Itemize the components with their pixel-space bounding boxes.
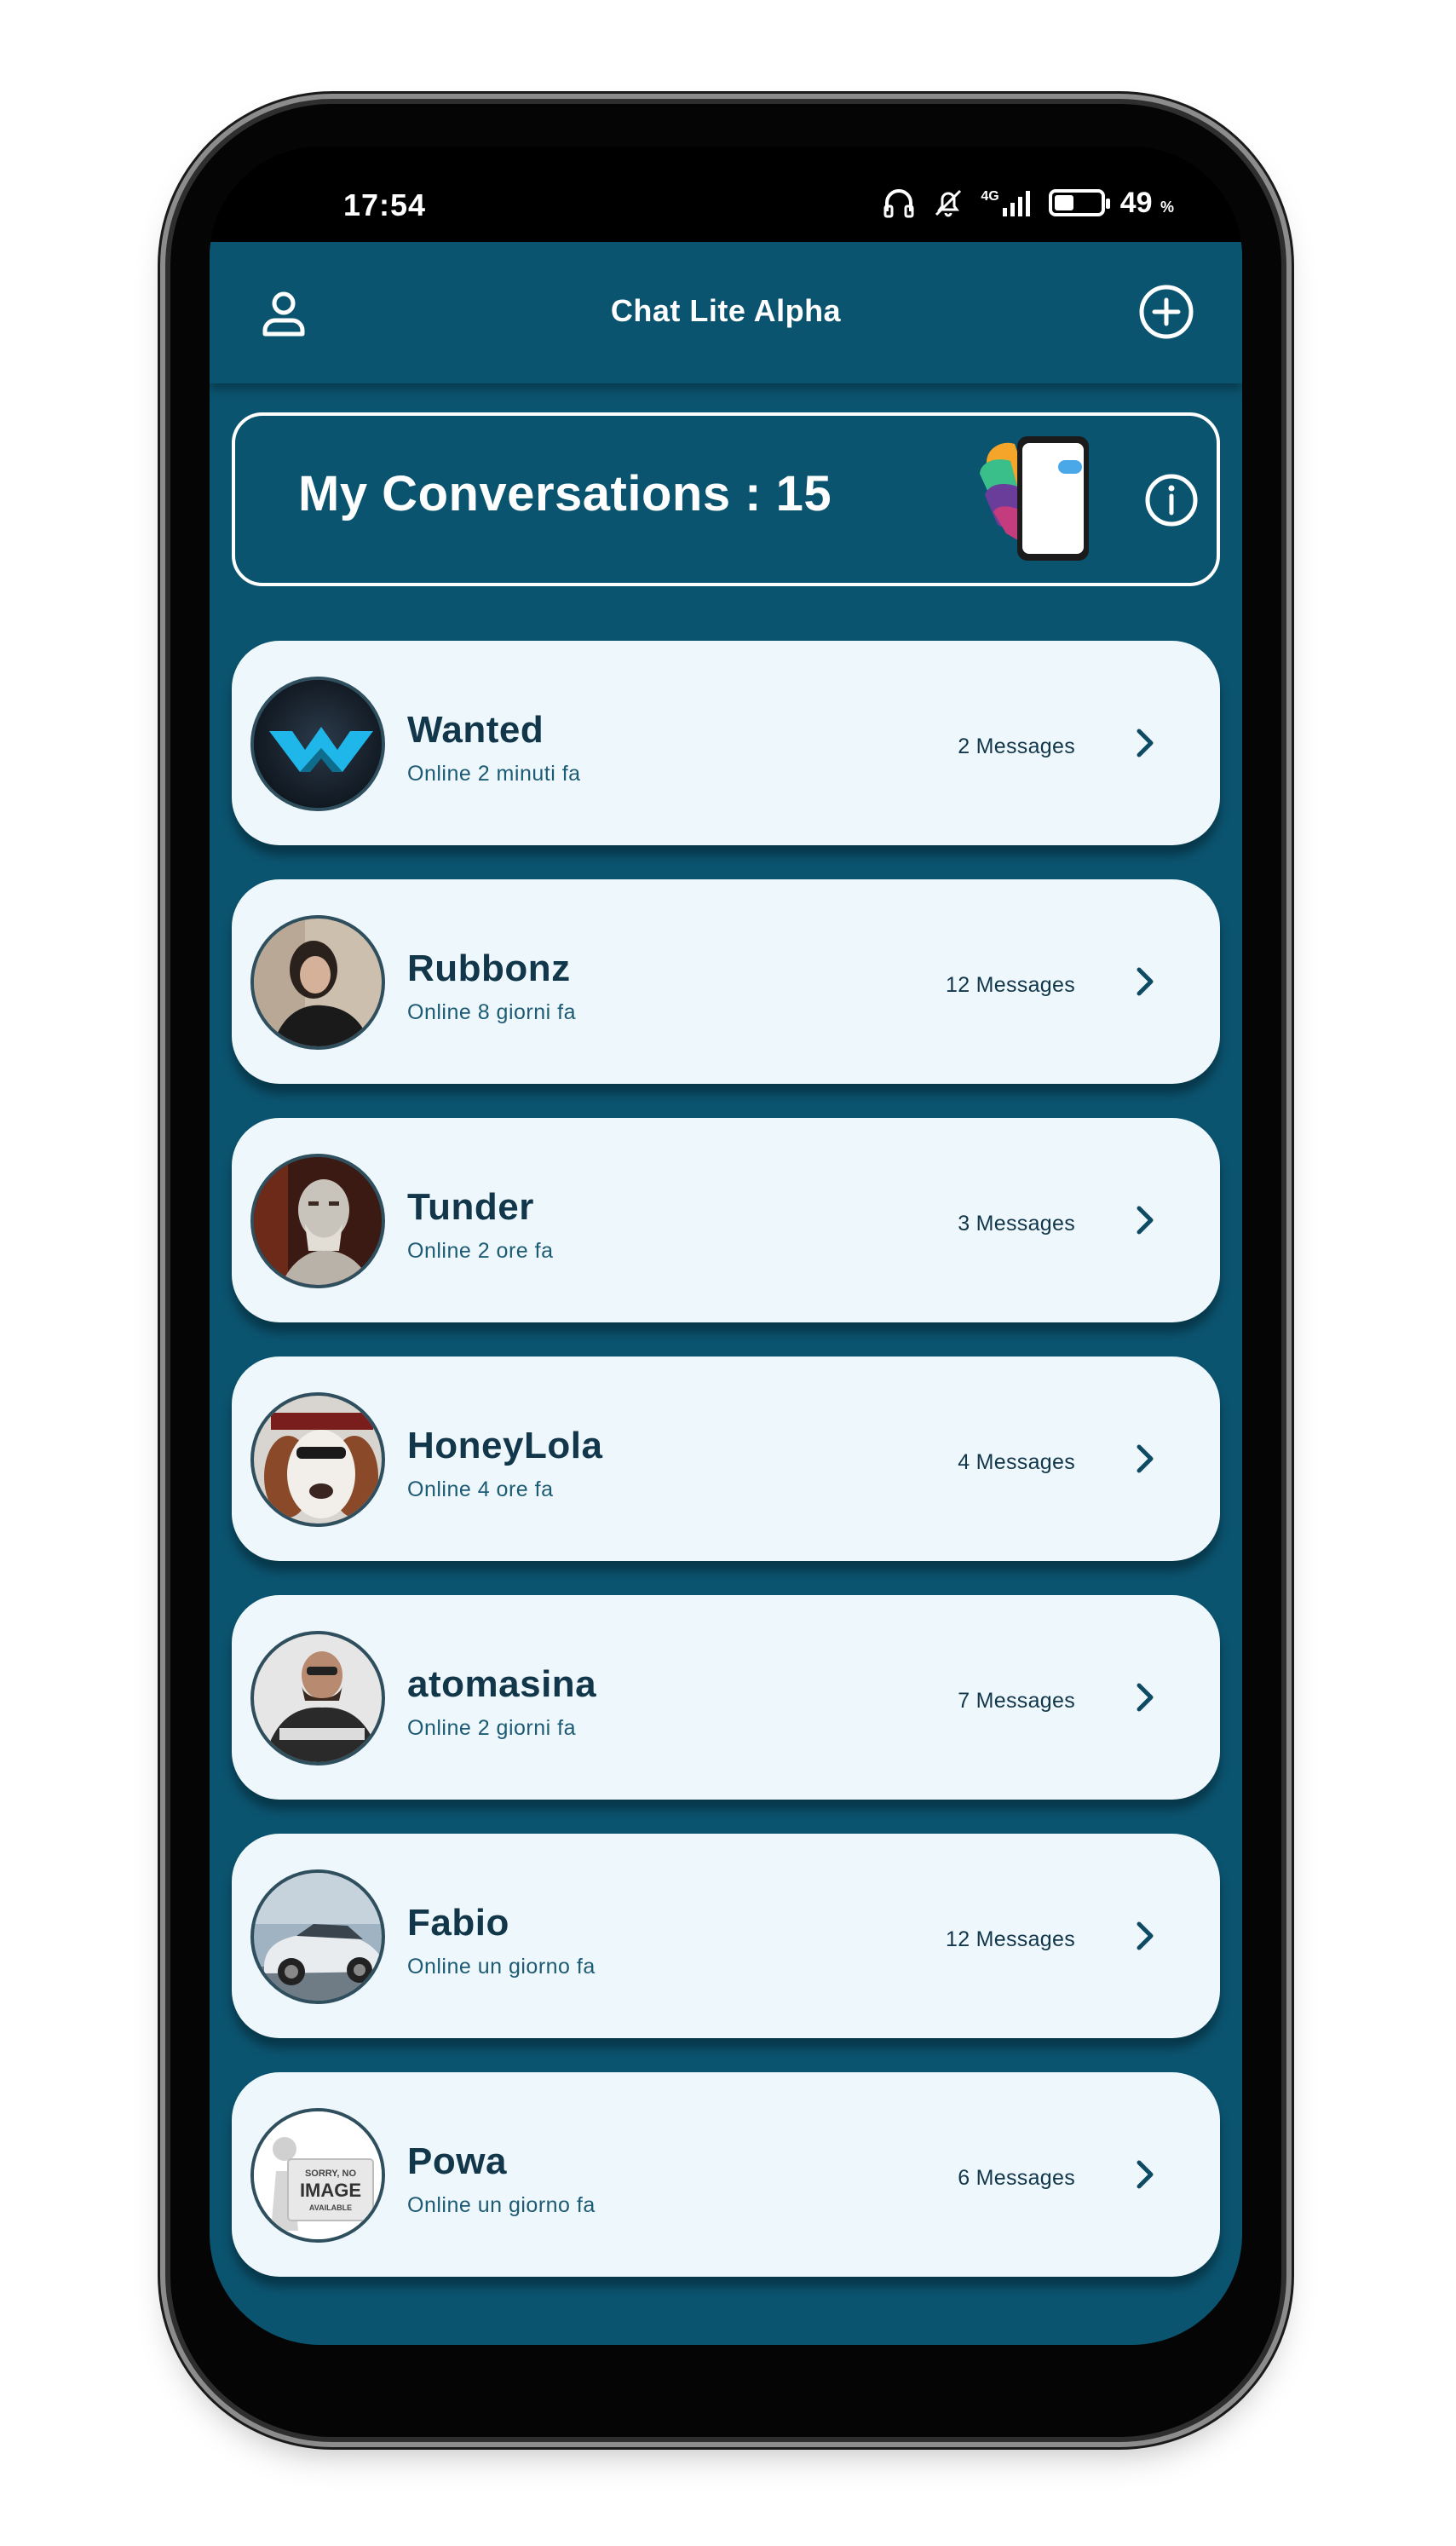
- placeholder-text-bottom: AVAILABLE: [309, 2203, 352, 2212]
- placeholder-text-top: SORRY, NO: [305, 2169, 357, 2179]
- battery-percent-value: 49: [1119, 186, 1153, 219]
- message-count: 6 Messages: [958, 2166, 1075, 2190]
- conversations-count-title: My Conversations : 15: [298, 466, 832, 521]
- chevron-right-icon[interactable]: [1126, 1917, 1164, 1955]
- message-count: 12 Messages: [946, 973, 1075, 997]
- avatar: [250, 677, 385, 811]
- info-icon[interactable]: [1143, 472, 1200, 528]
- message-count: 4 Messages: [958, 1450, 1075, 1474]
- chevron-right-icon[interactable]: [1126, 1679, 1164, 1716]
- last-online: Online un giorno fa: [407, 2193, 596, 2217]
- contact-name: Tunder: [407, 1186, 534, 1228]
- contact-name: Fabio: [407, 1902, 509, 1944]
- chevron-right-icon[interactable]: [1126, 724, 1164, 762]
- chevron-right-icon[interactable]: [1126, 2156, 1164, 2193]
- last-online: Online 2 ore fa: [407, 1239, 554, 1263]
- placeholder-text-main: IMAGE: [300, 2180, 361, 2201]
- car-photo-avatar: [254, 1873, 382, 2001]
- message-count: 3 Messages: [958, 1212, 1075, 1236]
- last-online: Online 4 ore fa: [407, 1477, 554, 1501]
- contact-name: Wanted: [407, 709, 544, 751]
- conversation-item[interactable]: Rubbonz Online 8 giorni fa 12 Messages: [232, 879, 1220, 1084]
- avatar: [250, 1869, 385, 2004]
- last-online: Online 2 giorni fa: [407, 1716, 577, 1740]
- avatar: [250, 1392, 385, 1527]
- last-online: Online 2 minuti fa: [407, 762, 581, 786]
- add-circle-icon[interactable]: [1137, 283, 1195, 341]
- app-title: Chat Lite Alpha: [610, 293, 842, 328]
- app-bar: Chat Lite Alpha: [210, 242, 1242, 383]
- battery-percent: 49 %: [1120, 187, 1174, 220]
- app-content: Chat Lite Alpha My Conversations : 15 Wa…: [210, 242, 1242, 2345]
- bell-off-icon: [935, 189, 962, 217]
- message-count: 12 Messages: [946, 1927, 1075, 1951]
- avatar: SORRY, NO IMAGE AVAILABLE: [250, 2108, 385, 2243]
- signal-icon: [1002, 191, 1030, 216]
- contact-name: atomasina: [407, 1663, 597, 1705]
- battery-fill: [1054, 195, 1074, 210]
- headset-icon: [883, 189, 914, 218]
- phone-side-button-left: [159, 967, 171, 1125]
- conversations-summary-card: My Conversations : 15: [232, 412, 1220, 586]
- message-count: 7 Messages: [958, 1689, 1075, 1713]
- logo-w-avatar: [254, 680, 382, 808]
- status-icons: 4G 49 %: [882, 186, 1174, 220]
- chevron-right-icon[interactable]: [1126, 1440, 1164, 1477]
- conversation-item[interactable]: SORRY, NO IMAGE AVAILABLE Powa Online un…: [232, 2072, 1220, 2277]
- status-time: 17:54: [343, 187, 427, 222]
- contact-name: HoneyLola: [407, 1425, 603, 1466]
- conversation-item[interactable]: Fabio Online un giorno fa 12 Messages: [232, 1834, 1220, 2038]
- network-label: 4G: [981, 189, 999, 204]
- person-hoodie-photo-avatar: [254, 1634, 382, 1762]
- last-online: Online un giorno fa: [407, 1955, 596, 1979]
- signal-indicator: 4G: [981, 189, 1033, 216]
- status-bar: 17:54 4G 49 %: [210, 147, 1242, 242]
- contact-name: Powa: [407, 2140, 507, 2182]
- conversation-item[interactable]: HoneyLola Online 4 ore fa 4 Messages: [232, 1357, 1220, 1561]
- battery-percent-unit: %: [1160, 198, 1174, 216]
- conversation-item[interactable]: Wanted Online 2 minuti fa 2 Messages: [232, 641, 1220, 845]
- last-online: Online 8 giorni fa: [407, 1000, 577, 1024]
- chevron-right-icon[interactable]: [1126, 963, 1164, 1000]
- message-count: 2 Messages: [958, 734, 1075, 758]
- avatar: [250, 1631, 385, 1765]
- dog-photo-avatar: [254, 1396, 382, 1524]
- no-image-placeholder-avatar: SORRY, NO IMAGE AVAILABLE: [254, 2111, 382, 2239]
- battery-icon: [1048, 189, 1110, 216]
- phone-screen: 17:54 4G 49 % Chat Lite Alpha My Convers…: [210, 147, 1242, 2345]
- person-photo-avatar: [254, 919, 382, 1046]
- avatar: [250, 915, 385, 1050]
- conversation-item[interactable]: atomasina Online 2 giorni fa 7 Messages: [232, 1595, 1220, 1800]
- chevron-right-icon[interactable]: [1126, 1201, 1164, 1239]
- warrior-photo-avatar: [254, 1157, 382, 1285]
- avatar: [250, 1154, 385, 1288]
- contact-name: Rubbonz: [407, 948, 571, 989]
- conversation-item[interactable]: Tunder Online 2 ore fa 3 Messages: [232, 1118, 1220, 1322]
- chat-phone-illustration: [980, 436, 1089, 561]
